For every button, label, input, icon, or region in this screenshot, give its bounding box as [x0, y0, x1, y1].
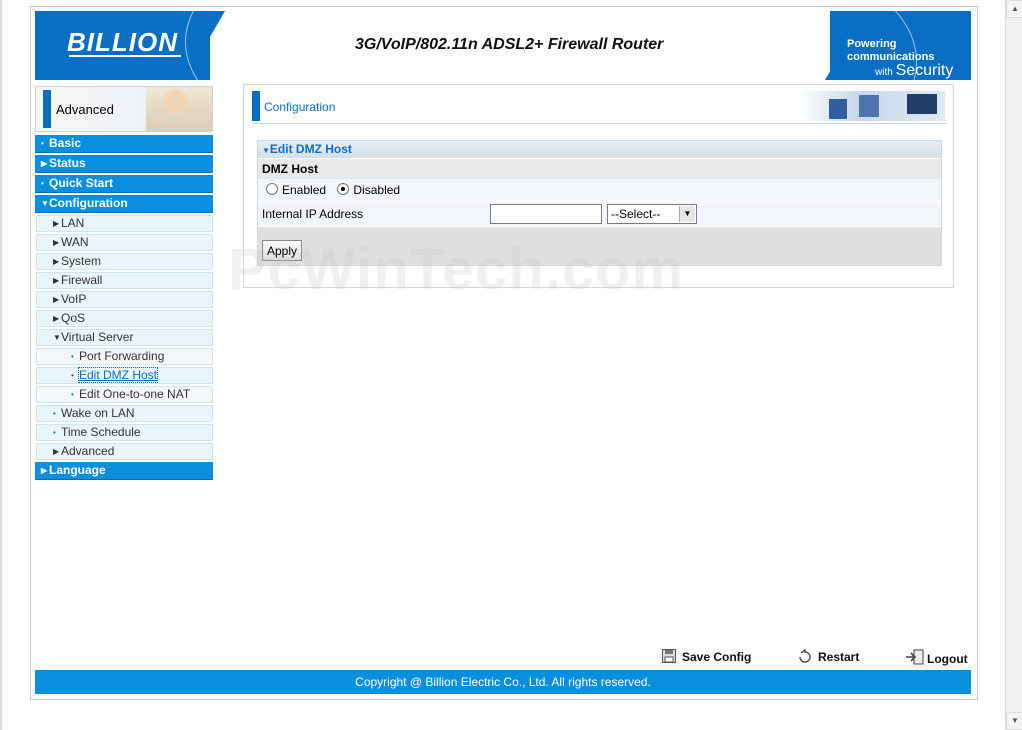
section-accent-bar: [252, 91, 260, 121]
image-chair: [829, 99, 847, 119]
apply-button[interactable]: Apply: [262, 240, 302, 261]
radio-disabled[interactable]: [337, 183, 350, 195]
sidebar-item-lan[interactable]: ▶ LAN: [36, 215, 213, 232]
panel-header[interactable]: ▼Edit DMZ Host: [258, 141, 941, 158]
bullet-icon: •: [71, 390, 74, 399]
sidebar-item-system[interactable]: ▶ System: [36, 253, 213, 270]
billion-logo: BILLION: [67, 27, 178, 57]
content-area: Configuration ▼Edit DMZ Host DMZ Host En…: [243, 84, 954, 288]
internal-ip-label: Internal IP Address: [262, 207, 364, 221]
sidebar-item-status[interactable]: ▶ Status: [35, 155, 213, 173]
page-title: Configuration: [264, 100, 336, 114]
sidebar-item-advanced[interactable]: ▶ Advanced: [36, 443, 213, 460]
scroll-down-icon[interactable]: ▼: [1006, 712, 1022, 730]
chevron-right-icon: ▶: [53, 219, 60, 228]
sidebar-item-firewall[interactable]: ▶ Firewall: [36, 272, 213, 289]
image-monitor: [907, 94, 937, 114]
logout-door-icon: [905, 649, 925, 668]
bullet-icon: •: [41, 139, 44, 148]
apply-row: Apply: [258, 226, 941, 265]
internal-ip-row: Internal IP Address --Select-- ▼: [258, 201, 941, 226]
chevron-right-icon: ▶: [53, 314, 60, 323]
chevron-right-icon: ▶: [53, 238, 60, 247]
radio-disabled-label: Disabled: [353, 183, 401, 197]
sidebar-item-time-schedule[interactable]: • Time Schedule: [36, 424, 213, 441]
window-left-edge: [0, 0, 2, 730]
mode-accent-bar: [43, 90, 51, 128]
sidebar-item-edit-dmz-host[interactable]: • Edit DMZ Host: [36, 367, 213, 384]
copyright-footer: Copyright @ Billion Electric Co., Ltd. A…: [35, 670, 971, 694]
bullet-icon: •: [41, 179, 44, 188]
header-office-image: [799, 91, 945, 121]
restart-button[interactable]: Restart: [798, 648, 859, 666]
bullet-icon: •: [53, 409, 56, 418]
advanced-mode-banner: Advanced: [35, 86, 213, 132]
mode-label: Advanced: [56, 102, 114, 117]
sidebar-item-language[interactable]: ▶ Language: [35, 462, 213, 480]
banner-photo: [146, 87, 212, 131]
chevron-down-icon: ▼: [41, 199, 49, 208]
restart-icon: [798, 648, 812, 666]
sidebar-item-port-forwarding[interactable]: • Port Forwarding: [36, 348, 213, 365]
logo-underline: [69, 55, 181, 57]
section-header: Configuration: [252, 91, 947, 124]
logout-button[interactable]: Logout: [905, 649, 968, 668]
save-config-button[interactable]: Save Config: [662, 649, 751, 666]
sidebar-item-qos[interactable]: ▶ QoS: [36, 310, 213, 327]
ip-select-dropdown[interactable]: --Select-- ▼: [607, 204, 697, 224]
sidebar-item-basic[interactable]: • Basic: [35, 135, 213, 153]
sidebar-item-quick-start[interactable]: • Quick Start: [35, 175, 213, 193]
scroll-up-icon[interactable]: ▲: [1006, 0, 1022, 18]
vertical-scrollbar[interactable]: ▲ ▼: [1005, 0, 1022, 730]
chevron-down-icon: ▼: [53, 333, 61, 342]
tagline-line1: Powering communications: [847, 38, 935, 63]
dmz-radio-group: Enabled Disabled: [258, 179, 941, 201]
chevron-right-icon: ▶: [41, 466, 48, 475]
chevron-down-icon: ▼: [679, 206, 695, 222]
floppy-disk-icon: [662, 649, 676, 666]
chevron-right-icon: ▶: [53, 257, 60, 266]
chevron-down-icon: ▼: [262, 146, 270, 155]
radio-enabled[interactable]: [266, 183, 278, 195]
bullet-icon: •: [71, 352, 74, 361]
dmz-panel: ▼Edit DMZ Host DMZ Host Enabled Disabled…: [257, 140, 942, 266]
internal-ip-input[interactable]: [490, 204, 602, 224]
tagline-line2: with Security: [875, 62, 954, 79]
sidebar-item-wake-on-lan[interactable]: • Wake on LAN: [36, 405, 213, 422]
bullet-icon: •: [53, 428, 56, 437]
tagline: Powering communications with Security: [847, 38, 971, 79]
dmz-host-label: DMZ Host: [258, 158, 941, 179]
radio-enabled-label: Enabled: [282, 183, 327, 197]
product-title: 3G/VoIP/802.11n ADSL2+ Firewall Router: [355, 36, 664, 53]
header-banner: BILLION 3G/VoIP/802.11n ADSL2+ Firewall …: [35, 11, 971, 80]
chevron-right-icon: ▶: [53, 295, 60, 304]
chevron-right-icon: ▶: [41, 159, 48, 168]
sidebar-item-virtual-server[interactable]: ▼ Virtual Server: [36, 329, 213, 346]
bullet-icon: •: [71, 371, 74, 380]
sidebar-menu: • Basic ▶ Status • Quick Start ▼ Configurati…: [35, 135, 213, 482]
sidebar-item-wan[interactable]: ▶ WAN: [36, 234, 213, 251]
image-chair: [859, 95, 879, 117]
sidebar-item-edit-one-to-one-nat[interactable]: • Edit One-to-one NAT: [36, 386, 213, 403]
sidebar-item-voip[interactable]: ▶ VoIP: [36, 291, 213, 308]
chevron-right-icon: ▶: [53, 447, 60, 456]
chevron-right-icon: ▶: [53, 276, 60, 285]
sidebar-item-configuration[interactable]: ▼ Configuration: [35, 195, 213, 213]
